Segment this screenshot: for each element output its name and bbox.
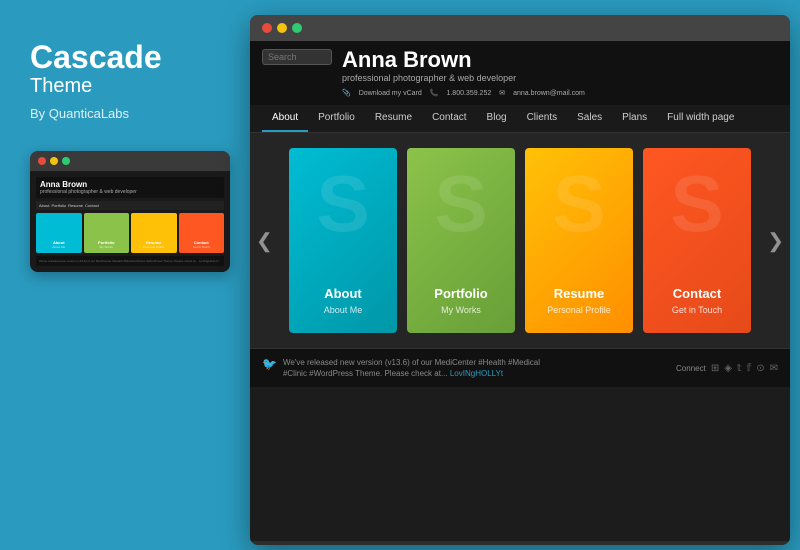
lp-card-contact[interactable]: Contact Get in Touch — [643, 148, 751, 333]
small-card-portfolio: Portfolio My Works — [84, 213, 130, 253]
small-nav-resume: Resume — [68, 203, 83, 208]
large-dot-green — [292, 23, 302, 33]
lp-footer-connect: Connect ⊞ ◈ 𝕥 𝕗 ⊙ ✉ — [676, 363, 778, 374]
large-dot-red — [262, 23, 272, 33]
small-footer: We've released new version (v13.6) of ou… — [36, 256, 224, 266]
lp-nav: About Portfolio Resume Contact Blog Clie… — [250, 105, 790, 133]
lp-nav-portfolio[interactable]: Portfolio — [308, 105, 365, 132]
small-card-contact: Contact Get in Touch — [179, 213, 225, 253]
lp-card-contact-title: Contact — [673, 286, 721, 301]
small-person-name: Anna Brown — [40, 180, 220, 189]
vcard-icon: 📎 — [342, 89, 351, 97]
theme-subtitle: Theme — [30, 75, 210, 98]
left-panel: Cascade Theme By QuanticaLabs Anna Brown… — [0, 0, 240, 550]
small-dot-red — [38, 157, 46, 165]
lp-search-input[interactable] — [262, 49, 332, 65]
lp-nav-fullwidth[interactable]: Full width page — [657, 105, 744, 132]
lp-nav-blog[interactable]: Blog — [477, 105, 517, 132]
tweet-content: We've released new version (v13.6) of ou… — [283, 357, 543, 379]
lp-nav-clients[interactable]: Clients — [517, 105, 568, 132]
small-nav: About Portfolio Resume Contact — [36, 201, 224, 210]
lp-arrow-left[interactable]: ❮ — [256, 228, 273, 253]
lp-card-about[interactable]: About About Me — [289, 148, 397, 333]
small-card-contact-sub: Get in Touch — [193, 245, 210, 249]
rss-icon[interactable]: ⊞ — [711, 363, 719, 374]
large-dot-yellow — [277, 23, 287, 33]
contact-phone: 1.800.359.252 — [446, 90, 491, 97]
mail-icon[interactable]: ✉ — [770, 363, 778, 374]
lp-contact-info: 📎 Download my vCard 📞 1.800.359.252 ✉ an… — [342, 89, 778, 97]
theme-title: Cascade — [30, 40, 210, 75]
instagram-icon[interactable]: ⊙ — [756, 363, 764, 374]
small-card-about-sub: About Me — [52, 245, 65, 249]
small-card-resume: Resume Personal Profile — [131, 213, 177, 253]
small-dot-green — [62, 157, 70, 165]
lp-card-resume-title: Resume — [554, 286, 605, 301]
lp-person-tagline: professional photographer & web develope… — [342, 73, 778, 83]
small-header: Anna Brown professional photographer & w… — [36, 177, 224, 198]
lp-nav-about[interactable]: About — [262, 105, 308, 132]
contact-email: anna.brown@mail.com — [513, 90, 585, 97]
lp-card-portfolio[interactable]: Portfolio My Works — [407, 148, 515, 333]
lp-nav-sales[interactable]: Sales — [567, 105, 612, 132]
small-titlebar — [30, 151, 230, 171]
vcard-label: Download my vCard — [359, 90, 422, 97]
small-dot-yellow — [50, 157, 58, 165]
small-card-portfolio-sub: My Works — [100, 245, 113, 249]
lp-nav-plans[interactable]: Plans — [612, 105, 657, 132]
facebook-icon[interactable]: 𝕗 — [747, 363, 752, 374]
lp-card-contact-sub: Get in Touch — [672, 305, 722, 315]
lp-nav-resume[interactable]: Resume — [365, 105, 422, 132]
email-icon: ✉ — [499, 89, 505, 97]
lp-card-resume-sub: Personal Profile — [547, 305, 611, 315]
small-preview-content: Anna Brown professional photographer & w… — [30, 171, 230, 272]
tweet-link[interactable]: LovINgHOLLYt — [450, 369, 503, 378]
lp-card-about-sub: About Me — [324, 305, 363, 315]
small-card-about: About About Me — [36, 213, 82, 253]
lp-footer: 🐦 We've released new version (v13.6) of … — [250, 348, 790, 387]
lp-header: Anna Brown professional photographer & w… — [250, 41, 790, 105]
lp-footer-tweet: 🐦 We've released new version (v13.6) of … — [262, 357, 676, 379]
phone-icon: 📞 — [430, 89, 439, 97]
large-preview-window: Anna Brown professional photographer & w… — [250, 15, 790, 545]
feed-icon[interactable]: ◈ — [724, 363, 732, 374]
twitter-icon[interactable]: 𝕥 — [737, 363, 742, 374]
large-titlebar — [250, 15, 790, 41]
small-cards: About About Me Portfolio My Works Resume… — [36, 213, 224, 253]
small-preview-window: Anna Brown professional photographer & w… — [30, 151, 230, 272]
lp-name-block: Anna Brown professional photographer & w… — [332, 49, 778, 97]
small-nav-portfolio: Portfolio — [51, 203, 66, 208]
lp-card-portfolio-sub: My Works — [441, 305, 481, 315]
lp-card-about-title: About — [324, 286, 362, 301]
large-preview-body: Anna Brown professional photographer & w… — [250, 41, 790, 541]
small-nav-contact: Contact — [85, 203, 99, 208]
lp-nav-contact[interactable]: Contact — [422, 105, 476, 132]
twitter-bird-icon: 🐦 — [262, 357, 277, 371]
lp-person-name: Anna Brown — [342, 49, 778, 71]
theme-author: By QuanticaLabs — [30, 106, 210, 121]
small-person-tagline: professional photographer & web develope… — [40, 189, 220, 195]
lp-arrow-right[interactable]: ❯ — [767, 228, 784, 253]
lp-card-portfolio-title: Portfolio — [434, 286, 487, 301]
connect-label: Connect — [676, 364, 706, 373]
small-nav-about: About — [39, 203, 49, 208]
lp-card-resume[interactable]: Resume Personal Profile — [525, 148, 633, 333]
small-card-resume-sub: Personal Profile — [143, 245, 164, 249]
lp-cards-area: ❮ About About Me Portfolio My Works Resu… — [250, 133, 790, 348]
